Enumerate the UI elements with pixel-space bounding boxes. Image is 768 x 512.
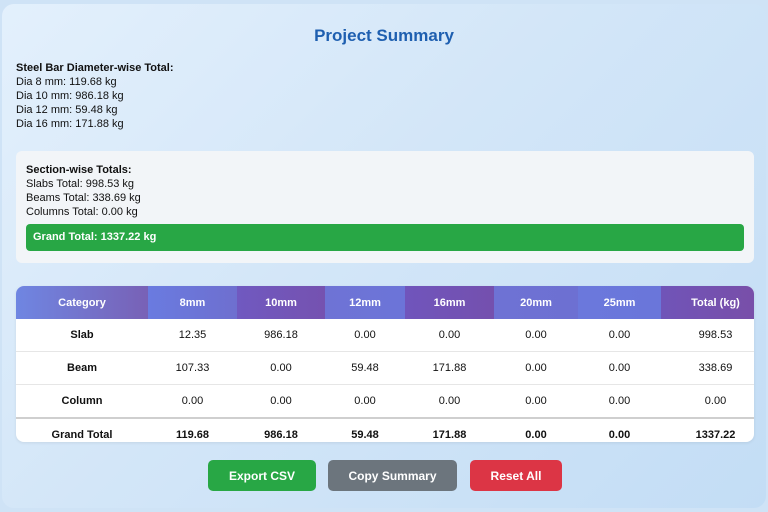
table-cell: 0.00 [237, 384, 325, 419]
table-cell: 59.48 [325, 417, 405, 442]
table-cell: Grand Total [16, 417, 148, 442]
reset-all-button[interactable]: Reset All [470, 460, 562, 491]
column-header: 16mm [405, 286, 494, 319]
table-cell: 0.00 [578, 417, 661, 442]
section-line: Beams Total: 338.69 kg [26, 192, 141, 204]
table-cell: 0.00 [237, 351, 325, 385]
table-row: Beam 107.33 0.00 59.48 171.88 0.00 0.00 … [16, 351, 754, 385]
table-row: Column 0.00 0.00 0.00 0.00 0.00 0.00 0.0… [16, 384, 754, 419]
section-line: Columns Total: 0.00 kg [26, 206, 138, 218]
export-csv-button[interactable]: Export CSV [208, 460, 316, 491]
table-cell: 0.00 [325, 319, 405, 352]
table-cell: 171.88 [405, 417, 494, 442]
table-cell: 986.18 [237, 319, 325, 352]
diameter-line: Dia 10 mm: 986.18 kg [16, 90, 124, 102]
table-cell: 0.00 [325, 384, 405, 419]
table-total-row: Grand Total 119.68 986.18 59.48 171.88 0… [16, 417, 754, 442]
section-totals-box: Section-wise Totals: Slabs Total: 998.53… [16, 151, 754, 263]
table-cell: 0.00 [578, 384, 661, 419]
diameter-heading: Steel Bar Diameter-wise Total: [16, 62, 174, 74]
column-header: 20mm [494, 286, 578, 319]
table-cell: Slab [16, 319, 148, 352]
section-heading: Section-wise Totals: [26, 164, 132, 176]
table-cell: 0.00 [661, 384, 754, 419]
table-cell: 0.00 [494, 319, 578, 352]
copy-summary-button[interactable]: Copy Summary [328, 460, 457, 491]
column-header: 10mm [237, 286, 325, 319]
table-cell: 998.53 [661, 319, 754, 352]
column-header: 8mm [148, 286, 237, 319]
table-cell: Beam [16, 351, 148, 385]
diameter-line: Dia 8 mm: 119.68 kg [16, 76, 117, 88]
table-cell: 119.68 [148, 417, 237, 442]
grand-total-bar: Grand Total: 1337.22 kg [26, 224, 744, 251]
table-cell: 0.00 [494, 351, 578, 385]
table-cell: 0.00 [578, 319, 661, 352]
diameter-totals: Steel Bar Diameter-wise Total: Dia 8 mm:… [16, 61, 174, 131]
action-buttons: Export CSV Copy Summary Reset All [2, 460, 766, 491]
page-title: Project Summary [314, 26, 454, 45]
table-cell: 0.00 [405, 319, 494, 352]
summary-panel: Project Summary Steel Bar Diameter-wise … [2, 4, 766, 508]
column-header: 25mm [578, 286, 661, 319]
table-cell: 1337.22 [661, 417, 754, 442]
diameter-line: Dia 12 mm: 59.48 kg [16, 104, 118, 116]
table-cell: 59.48 [325, 351, 405, 385]
table-header-row: Category 8mm 10mm 12mm 16mm 20mm 25mm To… [16, 286, 754, 319]
column-header: Total (kg) [661, 286, 754, 319]
column-header: Category [16, 286, 148, 319]
summary-table: Category 8mm 10mm 12mm 16mm 20mm 25mm To… [16, 286, 754, 442]
table-cell: 338.69 [661, 351, 754, 385]
table-cell: 0.00 [494, 417, 578, 442]
table-cell: 986.18 [237, 417, 325, 442]
table-cell: 0.00 [494, 384, 578, 419]
table-cell: 171.88 [405, 351, 494, 385]
table-cell: Column [16, 384, 148, 419]
table-cell: 0.00 [148, 384, 237, 419]
section-line: Slabs Total: 998.53 kg [26, 178, 135, 190]
table-row: Slab 12.35 986.18 0.00 0.00 0.00 0.00 99… [16, 319, 754, 352]
table-cell: 0.00 [578, 351, 661, 385]
column-header: 12mm [325, 286, 405, 319]
table-cell: 0.00 [405, 384, 494, 419]
diameter-line: Dia 16 mm: 171.88 kg [16, 118, 124, 130]
table-cell: 107.33 [148, 351, 237, 385]
table-cell: 12.35 [148, 319, 237, 352]
